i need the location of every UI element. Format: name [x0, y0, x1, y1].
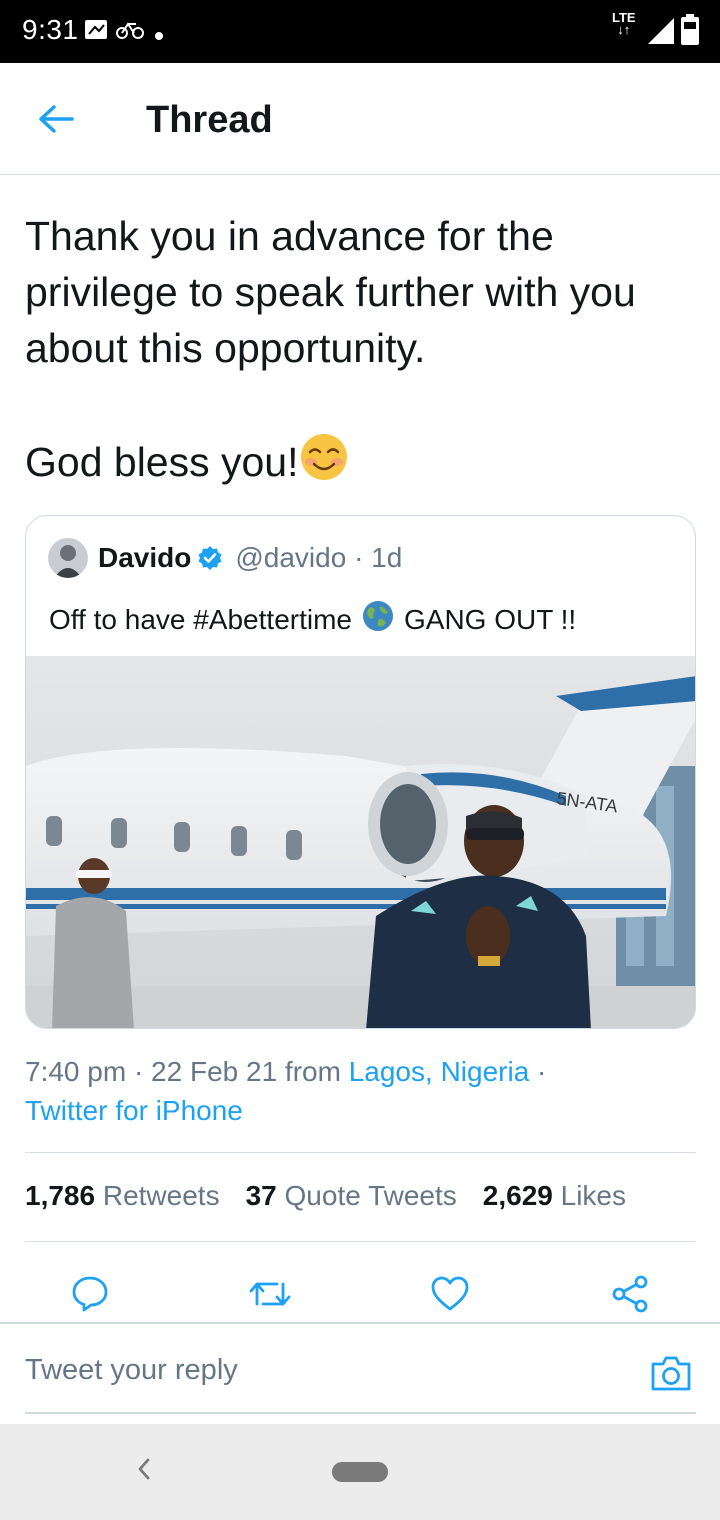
- divider: [25, 1241, 696, 1242]
- retweets-count: 1,786: [25, 1180, 96, 1211]
- quoted-tweet-header: Davido @davido · 1d: [48, 536, 402, 580]
- system-nav-bar: [0, 1424, 720, 1520]
- quoted-text-part2: GANG OUT !!: [403, 603, 577, 635]
- camera-button[interactable]: [650, 1354, 692, 1397]
- system-home-pill[interactable]: [332, 1462, 388, 1482]
- tweet-stats: 1,786 Retweets 37 Quote Tweets 2,629 Lik…: [25, 1180, 626, 1212]
- tweet-timestamp: 7:40 pm · 22 Feb 21 from: [25, 1056, 349, 1087]
- quote-tweets-count: 37: [245, 1180, 277, 1211]
- location-link[interactable]: Lagos, Nigeria: [349, 1056, 530, 1087]
- source-link[interactable]: Twitter for iPhone: [25, 1095, 243, 1126]
- chevron-left-icon: [138, 1458, 150, 1480]
- retweets-label: Retweets: [102, 1180, 220, 1211]
- tweet-meta: 7:40 pm · 22 Feb 21 from Lagos, Nigeria …: [25, 1052, 705, 1130]
- back-button[interactable]: [30, 97, 82, 141]
- divider: [25, 1152, 696, 1153]
- quote-tweets-label: Quote Tweets: [284, 1180, 457, 1211]
- notification-icon: [84, 18, 110, 47]
- avatar[interactable]: [48, 538, 88, 578]
- share-icon: [612, 1275, 648, 1313]
- heart-icon: [431, 1276, 469, 1311]
- retweets-stat[interactable]: 1,786 Retweets: [25, 1180, 220, 1212]
- page-title: Thread: [146, 99, 273, 141]
- likes-stat[interactable]: 2,629 Likes: [483, 1180, 626, 1212]
- share-button[interactable]: [606, 1270, 654, 1318]
- dot-icon: [154, 28, 164, 46]
- battery-icon: [680, 14, 700, 51]
- thread-header: Thread: [0, 63, 720, 175]
- bike-icon: [116, 18, 144, 47]
- quoted-tweet-photo[interactable]: 5N-ATA: [26, 656, 695, 1028]
- reply-icon: [72, 1276, 108, 1312]
- system-back-button[interactable]: [132, 1454, 156, 1489]
- quoted-tweet[interactable]: Davido @davido · 1d Off to have #Abetter…: [25, 515, 696, 1029]
- reply-input[interactable]: [25, 1354, 585, 1387]
- globe-icon: [362, 600, 394, 639]
- tweet-actions: [0, 1262, 720, 1322]
- camera-icon: [651, 1356, 691, 1391]
- lte-label: LTE ↓↑: [612, 10, 636, 37]
- arrow-left-icon: [39, 105, 74, 133]
- likes-label: Likes: [560, 1180, 627, 1211]
- quoted-author-handle: @davido · 1d: [235, 542, 403, 573]
- status-bar: 9:31 LTE ↓↑: [0, 0, 720, 63]
- tweet-text: Thank you in advance for the privilege t…: [25, 208, 705, 496]
- verified-badge-icon: [197, 545, 223, 571]
- meta-separator: ·: [529, 1056, 547, 1087]
- retweet-icon: [249, 1282, 291, 1306]
- quoted-text-part1: Off to have #Abettertime: [49, 603, 352, 635]
- reply-underline: [25, 1412, 696, 1414]
- like-button[interactable]: [426, 1270, 474, 1318]
- reply-button[interactable]: [66, 1270, 114, 1318]
- smiling-face-icon: [299, 432, 349, 496]
- status-time: 9:31: [22, 14, 79, 45]
- likes-count: 2,629: [482, 1180, 553, 1211]
- retweet-button[interactable]: [246, 1270, 294, 1318]
- quoted-author-name: Davido: [98, 542, 192, 573]
- quote-tweets-stat[interactable]: 37 Quote Tweets: [246, 1180, 457, 1212]
- signal-icon: [646, 16, 676, 51]
- quoted-tweet-text: Off to have #Abettertime GANG OUT !!: [49, 600, 576, 639]
- reply-bar: [0, 1322, 720, 1414]
